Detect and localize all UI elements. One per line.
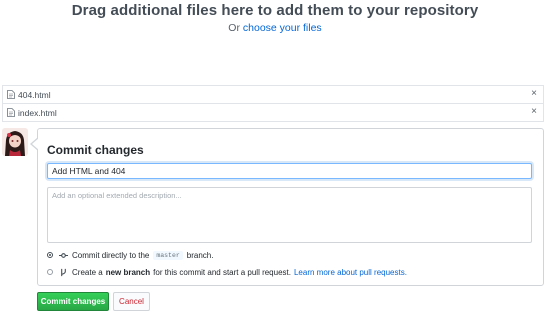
file-row: 404.html × (2, 85, 544, 103)
file-list: 404.html × index.html × (2, 85, 544, 122)
commit-form: Commit changes Commit directly to the ma… (30, 128, 544, 286)
commit-changes-button[interactable]: Commit changes (37, 292, 109, 311)
close-icon[interactable]: × (531, 106, 537, 117)
file-name: index.html (18, 107, 57, 118)
commit-summary-input[interactable] (47, 163, 532, 179)
choose-files-link[interactable]: choose your files (243, 22, 322, 34)
git-commit-icon (59, 252, 68, 258)
commit-direct-text: Commit directly to the (72, 250, 150, 260)
file-icon (7, 90, 15, 99)
commit-direct-radio[interactable] (47, 252, 53, 258)
new-branch-bold: new branch (105, 267, 151, 277)
avatar (2, 128, 28, 156)
git-branch-icon (61, 268, 66, 276)
commit-direct-option[interactable]: Commit directly to the master branch. (47, 249, 213, 261)
new-branch-prefix: Create a (72, 267, 103, 277)
new-branch-radio[interactable] (47, 269, 53, 275)
commit-form-pointer-inner (32, 138, 39, 150)
learn-more-link[interactable]: Learn more about pull requests. (294, 268, 407, 277)
upload-or-text: Or (228, 22, 240, 34)
commit-direct-suffix: branch. (186, 250, 214, 260)
file-name: 404.html (18, 89, 51, 100)
cancel-button[interactable]: Cancel (113, 292, 150, 311)
close-icon[interactable]: × (531, 88, 537, 99)
file-row: index.html × (2, 103, 544, 122)
file-icon (7, 108, 15, 117)
upload-title: Drag additional files here to add them t… (71, 2, 479, 19)
commit-title: Commit changes (47, 143, 144, 157)
commit-description-textarea[interactable] (47, 187, 532, 243)
branch-name: master (153, 250, 183, 260)
upload-subtitle: Or choose your files (0, 22, 550, 34)
new-branch-suffix: for this commit and start a pull request… (153, 267, 291, 277)
new-branch-option[interactable]: Create a new branch for this commit and … (47, 266, 407, 278)
